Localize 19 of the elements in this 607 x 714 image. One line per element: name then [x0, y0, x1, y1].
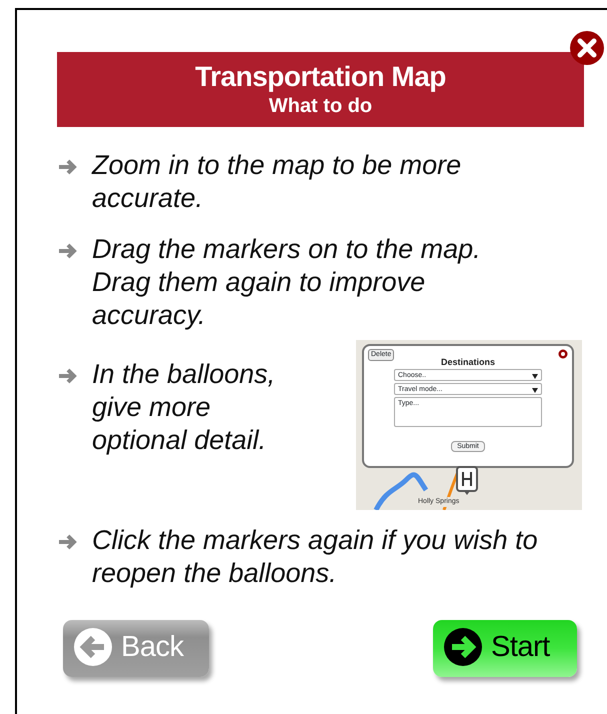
arrow-icon [57, 532, 79, 551]
arrow-icon [57, 158, 79, 176]
caret-icon [532, 374, 538, 379]
arrow-icon [57, 366, 79, 385]
arrow-left-icon [73, 627, 113, 668]
instruction-text: Zoom in to the map to be more accurate. [92, 148, 462, 215]
close-icon[interactable] [558, 348, 568, 359]
marker-icon[interactable] [456, 466, 478, 496]
instruction-text: Click the markers again if you wish to reopen the balloons. [92, 524, 539, 590]
arrow-icon [57, 242, 79, 260]
close-icon[interactable] [569, 30, 605, 66]
banner-subtitle: What to do [268, 94, 374, 118]
arrow-right-icon [443, 627, 483, 668]
instruction-text: In the balloons, give more optional detail. [92, 358, 276, 457]
instruction-text: Drag the markers on to the map. Drag them again to improve accuracy. [92, 232, 482, 332]
banner-title: Transportation Map [194, 60, 447, 94]
start-button[interactable]: Start [433, 620, 577, 678]
popup-title: Destinations [440, 358, 496, 367]
caret-icon [532, 388, 538, 393]
